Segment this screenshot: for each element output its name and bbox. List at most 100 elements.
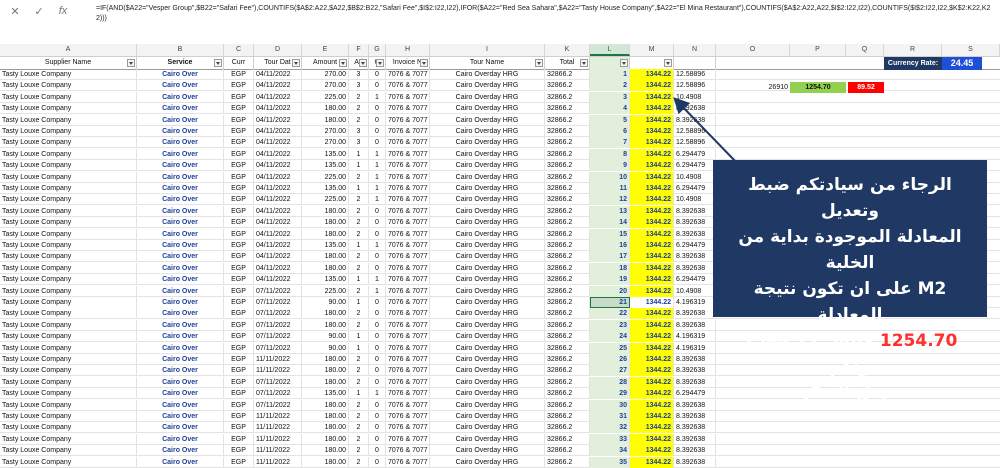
cell-l[interactable]: 4	[590, 103, 630, 115]
cell-amount[interactable]: 135.00	[302, 388, 349, 400]
cell-amount[interactable]: 180.00	[302, 114, 349, 126]
cell-tour[interactable]: Cairo Overday HRG	[430, 69, 545, 80]
cell-tour[interactable]: Cairo Overday HRG	[430, 388, 545, 400]
cell-amount[interactable]: 180.00	[302, 262, 349, 274]
cell-n[interactable]: 8.392638	[674, 376, 716, 388]
cell-invoice[interactable]: 7076 & 7077	[386, 194, 430, 206]
cell-service[interactable]: Cairo Over	[137, 433, 224, 445]
cell-total[interactable]: 32866.2	[545, 205, 590, 217]
cell-service[interactable]: Cairo Over	[137, 297, 224, 308]
column-header-r[interactable]: R	[884, 44, 942, 56]
cell-supplier[interactable]: Tasty Louxe Company	[0, 251, 137, 263]
cell-invoice[interactable]: 7076 & 7077	[386, 171, 430, 183]
cell-curr[interactable]: EGP	[224, 69, 254, 80]
cell-service[interactable]: Cairo Over	[137, 388, 224, 400]
cell-invoice[interactable]: 7076 & 7077	[386, 126, 430, 137]
cell-ad[interactable]: 3	[349, 80, 369, 92]
cell-invoice[interactable]: 7076 & 7077	[386, 217, 430, 229]
cell-invoice[interactable]: 7076 & 7077	[386, 91, 430, 103]
header-ad[interactable]: Ad	[349, 57, 369, 69]
cell-l[interactable]: 17	[590, 251, 630, 263]
cell-ad[interactable]: 2	[349, 376, 369, 388]
cell-supplier[interactable]: Tasty Louxe Company	[0, 433, 137, 445]
cell-service[interactable]: Cairo Over	[137, 194, 224, 206]
cell-tour[interactable]: Cairo Overday HRG	[430, 422, 545, 434]
cell-curr[interactable]: EGP	[224, 114, 254, 126]
cell-invoice[interactable]: 7076 & 7077	[386, 251, 430, 263]
cell-total[interactable]: 32866.2	[545, 388, 590, 400]
filter-dropdown-icon[interactable]	[292, 59, 300, 67]
cell-c[interactable]: 1	[369, 183, 386, 194]
cell-service[interactable]: Cairo Over	[137, 456, 224, 468]
cell-amount[interactable]: 90.00	[302, 297, 349, 308]
cell-l[interactable]: 5	[590, 114, 630, 126]
cell-total[interactable]: 32866.2	[545, 137, 590, 149]
cell-service[interactable]: Cairo Over	[137, 308, 224, 320]
cell-amount[interactable]: 180.00	[302, 228, 349, 240]
cell-curr[interactable]: EGP	[224, 433, 254, 445]
cell-date[interactable]: 07/11/2022	[254, 388, 302, 400]
cell-date[interactable]: 04/11/2022	[254, 194, 302, 206]
cell-n[interactable]: 8.392638	[674, 205, 716, 217]
cell-n[interactable]: 8.392638	[674, 228, 716, 240]
cell-date[interactable]: 11/11/2022	[254, 422, 302, 434]
cell-c[interactable]: 0	[369, 422, 386, 434]
cell-amount[interactable]: 270.00	[302, 126, 349, 137]
cell-l[interactable]: 2	[590, 80, 630, 92]
cell-curr[interactable]: EGP	[224, 399, 254, 411]
cell-ad[interactable]: 3	[349, 137, 369, 149]
header-tour-date[interactable]: Tour Dat	[254, 57, 302, 69]
cell-m[interactable]: 1344.22	[630, 422, 674, 434]
cell-service[interactable]: Cairo Over	[137, 171, 224, 183]
cell-l[interactable]: 26	[590, 354, 630, 365]
cell-c[interactable]: 0	[369, 80, 386, 92]
cell-service[interactable]: Cairo Over	[137, 228, 224, 240]
cell-m[interactable]: 1344.22	[630, 319, 674, 331]
cell-m[interactable]: 1344.22	[630, 103, 674, 115]
cell-tour[interactable]: Cairo Overday HRG	[430, 445, 545, 457]
cell-n[interactable]: 4.196319	[674, 331, 716, 343]
cell-total[interactable]: 32866.2	[545, 274, 590, 286]
cell-total[interactable]: 32866.2	[545, 160, 590, 172]
cell-l[interactable]: 28	[590, 376, 630, 388]
cell-ad[interactable]: 2	[349, 365, 369, 377]
cell-l[interactable]: 27	[590, 365, 630, 377]
cell-c[interactable]: 1	[369, 171, 386, 183]
cell-total[interactable]: 32866.2	[545, 126, 590, 137]
cell-curr[interactable]: EGP	[224, 148, 254, 160]
cell-total[interactable]: 32866.2	[545, 194, 590, 206]
cell-c[interactable]: 0	[369, 228, 386, 240]
cell-c[interactable]: 0	[369, 217, 386, 229]
cell-date[interactable]: 07/11/2022	[254, 342, 302, 354]
cell-service[interactable]: Cairo Over	[137, 319, 224, 331]
check-value-cell[interactable]: 26910	[740, 82, 790, 93]
cell-c[interactable]: 0	[369, 342, 386, 354]
cell-tour[interactable]: Cairo Overday HRG	[430, 217, 545, 229]
cell-service[interactable]: Cairo Over	[137, 354, 224, 365]
cell-invoice[interactable]: 7076 & 7077	[386, 399, 430, 411]
cell-tour[interactable]: Cairo Overday HRG	[430, 240, 545, 251]
cell-date[interactable]: 04/11/2022	[254, 205, 302, 217]
cell-total[interactable]: 32866.2	[545, 114, 590, 126]
cell-amount[interactable]: 180.00	[302, 422, 349, 434]
column-header-g[interactable]: G	[369, 44, 386, 56]
cell-invoice[interactable]: 7076 & 7077	[386, 411, 430, 422]
cell-invoice[interactable]: 7076 & 7077	[386, 445, 430, 457]
cell-date[interactable]: 11/11/2022	[254, 456, 302, 468]
cell-m[interactable]: 1344.22	[630, 285, 674, 297]
cell-supplier[interactable]: Tasty Louxe Company	[0, 376, 137, 388]
fx-icon[interactable]: fx	[56, 5, 70, 17]
cell-invoice[interactable]: 7076 & 7077	[386, 205, 430, 217]
cell-l[interactable]: 20	[590, 285, 630, 297]
cell-m[interactable]: 1344.22	[630, 411, 674, 422]
cell-ad[interactable]: 1	[349, 342, 369, 354]
cell-total[interactable]: 32866.2	[545, 251, 590, 263]
cell-total[interactable]: 32866.2	[545, 240, 590, 251]
check-icon[interactable]: ✓	[32, 5, 46, 18]
cell-m[interactable]: 1344.22	[630, 194, 674, 206]
header-l[interactable]	[590, 57, 630, 69]
cell-date[interactable]: 07/11/2022	[254, 285, 302, 297]
cell-l[interactable]: 3	[590, 91, 630, 103]
cell-date[interactable]: 04/11/2022	[254, 274, 302, 286]
cell-l[interactable]: 1	[590, 69, 630, 80]
